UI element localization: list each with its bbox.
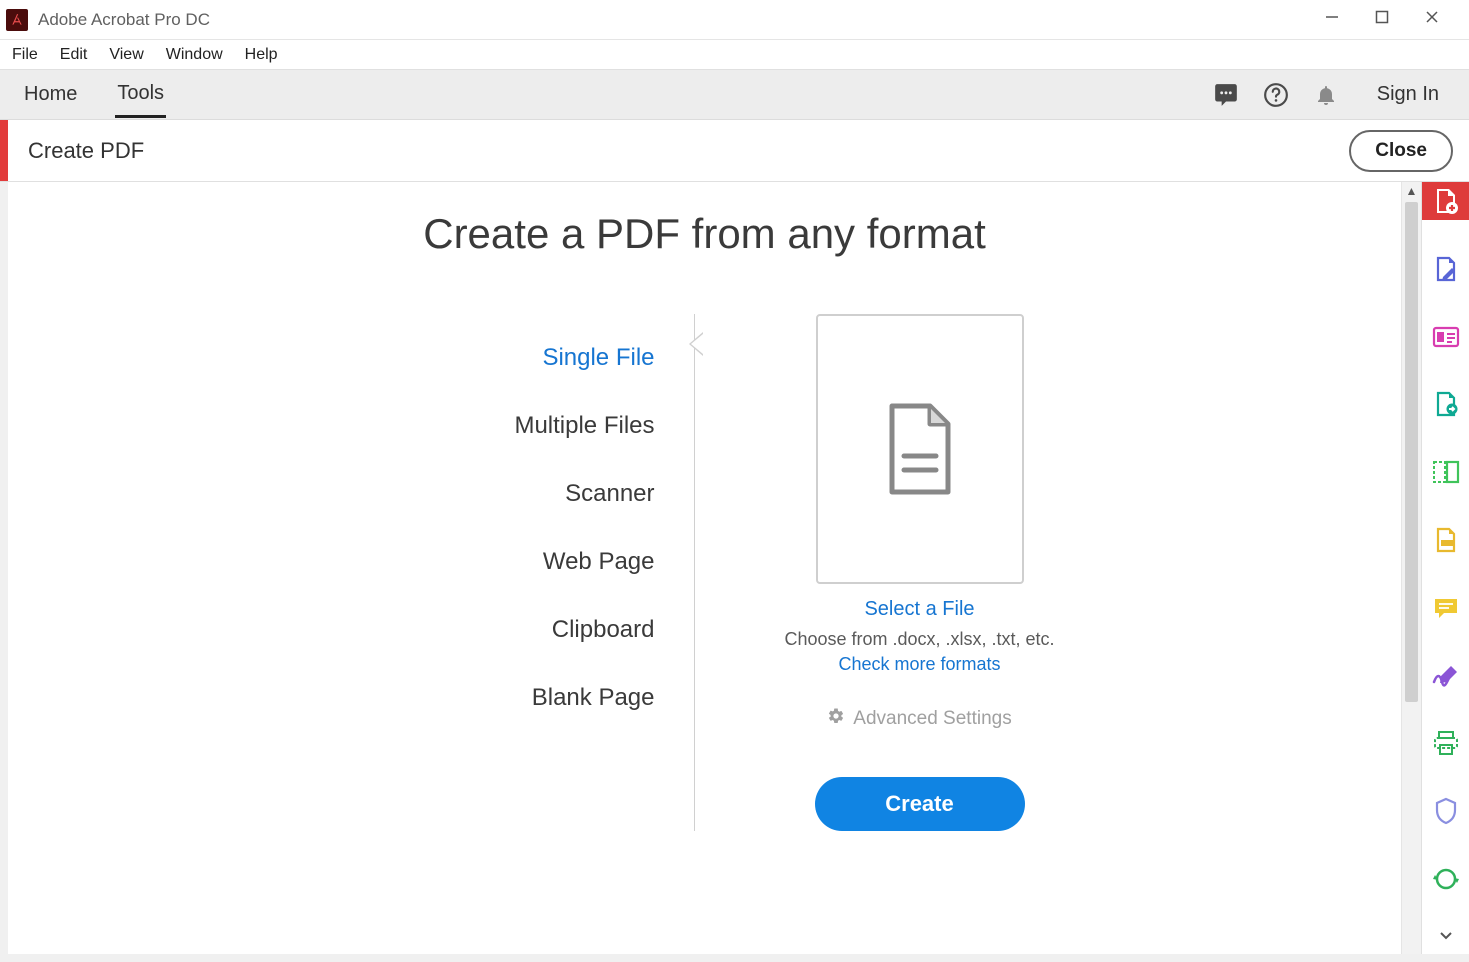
menubar: File Edit View Window Help: [0, 40, 1469, 70]
advanced-settings-link: Advanced Settings: [705, 707, 1135, 731]
menu-help[interactable]: Help: [245, 46, 278, 64]
file-drop-box[interactable]: [816, 314, 1024, 584]
document-icon: [882, 402, 958, 496]
rail-compare-icon[interactable]: [1422, 453, 1469, 491]
app-title: Adobe Acrobat Pro DC: [38, 10, 210, 30]
option-clipboard[interactable]: Clipboard: [275, 596, 655, 664]
rail-optimize-icon[interactable]: [1422, 860, 1469, 898]
rail-protect-icon[interactable]: [1422, 792, 1469, 830]
gear-icon: [827, 707, 845, 731]
minimize-icon[interactable]: [1325, 10, 1339, 29]
close-button[interactable]: Close: [1349, 130, 1453, 172]
chat-icon[interactable]: [1209, 78, 1243, 112]
rail-create-pdf-icon[interactable]: [1422, 182, 1469, 220]
divider-line: [694, 314, 695, 831]
select-file-link[interactable]: Select a File: [705, 598, 1135, 621]
rail-expand-icon[interactable]: [1439, 928, 1453, 946]
option-multiple-files[interactable]: Multiple Files: [275, 392, 655, 460]
rail-organize-icon[interactable]: [1422, 318, 1469, 356]
option-scanner[interactable]: Scanner: [275, 460, 655, 528]
tab-home[interactable]: Home: [22, 73, 79, 116]
tool-name: Create PDF: [28, 138, 144, 164]
help-icon[interactable]: [1259, 78, 1293, 112]
titlebar: Adobe Acrobat Pro DC: [0, 0, 1469, 40]
tabsbar: Home Tools Sign In: [0, 70, 1469, 120]
source-options-list: Single File Multiple Files Scanner Web P…: [275, 314, 655, 831]
sign-in-link[interactable]: Sign In: [1377, 83, 1439, 106]
advanced-settings-label: Advanced Settings: [853, 708, 1011, 730]
option-single-file[interactable]: Single File: [275, 324, 655, 392]
rail-redact-icon[interactable]: [1422, 521, 1469, 559]
menu-edit[interactable]: Edit: [60, 46, 88, 64]
content-area: Create a PDF from any format Single File…: [8, 182, 1401, 954]
bell-icon[interactable]: [1309, 78, 1343, 112]
scroll-thumb[interactable]: [1405, 202, 1418, 702]
close-icon[interactable]: [1425, 10, 1439, 29]
maximize-icon[interactable]: [1375, 10, 1389, 29]
create-button[interactable]: Create: [815, 777, 1025, 831]
option-web-page[interactable]: Web Page: [275, 528, 655, 596]
rail-print-icon[interactable]: [1422, 725, 1469, 763]
workarea: Create a PDF from any format Single File…: [8, 182, 1469, 954]
main-panel: Select a File Choose from .docx, .xlsx, …: [705, 314, 1135, 831]
check-more-formats-link[interactable]: Check more formats: [705, 654, 1135, 675]
rail-edit-pdf-icon[interactable]: [1422, 250, 1469, 288]
file-hint-text: Choose from .docx, .xlsx, .txt, etc.: [705, 629, 1135, 650]
rail-fill-sign-icon[interactable]: [1422, 657, 1469, 695]
app-logo-icon: [6, 9, 28, 31]
page-title: Create a PDF from any format: [8, 210, 1401, 258]
tool-accent-bar: [0, 120, 8, 181]
rail-comment-icon[interactable]: [1422, 589, 1469, 627]
menu-file[interactable]: File: [12, 46, 38, 64]
tools-rail: [1421, 182, 1469, 954]
tool-header: Create PDF Close: [0, 120, 1469, 182]
menu-window[interactable]: Window: [166, 46, 223, 64]
window-controls: [1325, 10, 1463, 29]
menu-view[interactable]: View: [109, 46, 143, 64]
option-blank-page[interactable]: Blank Page: [275, 664, 655, 732]
selection-notch: [689, 332, 703, 356]
vertical-scrollbar[interactable]: ▲: [1401, 182, 1421, 954]
tab-tools[interactable]: Tools: [115, 72, 166, 118]
rail-export-icon[interactable]: [1422, 385, 1469, 423]
scroll-up-icon[interactable]: ▲: [1402, 184, 1421, 198]
